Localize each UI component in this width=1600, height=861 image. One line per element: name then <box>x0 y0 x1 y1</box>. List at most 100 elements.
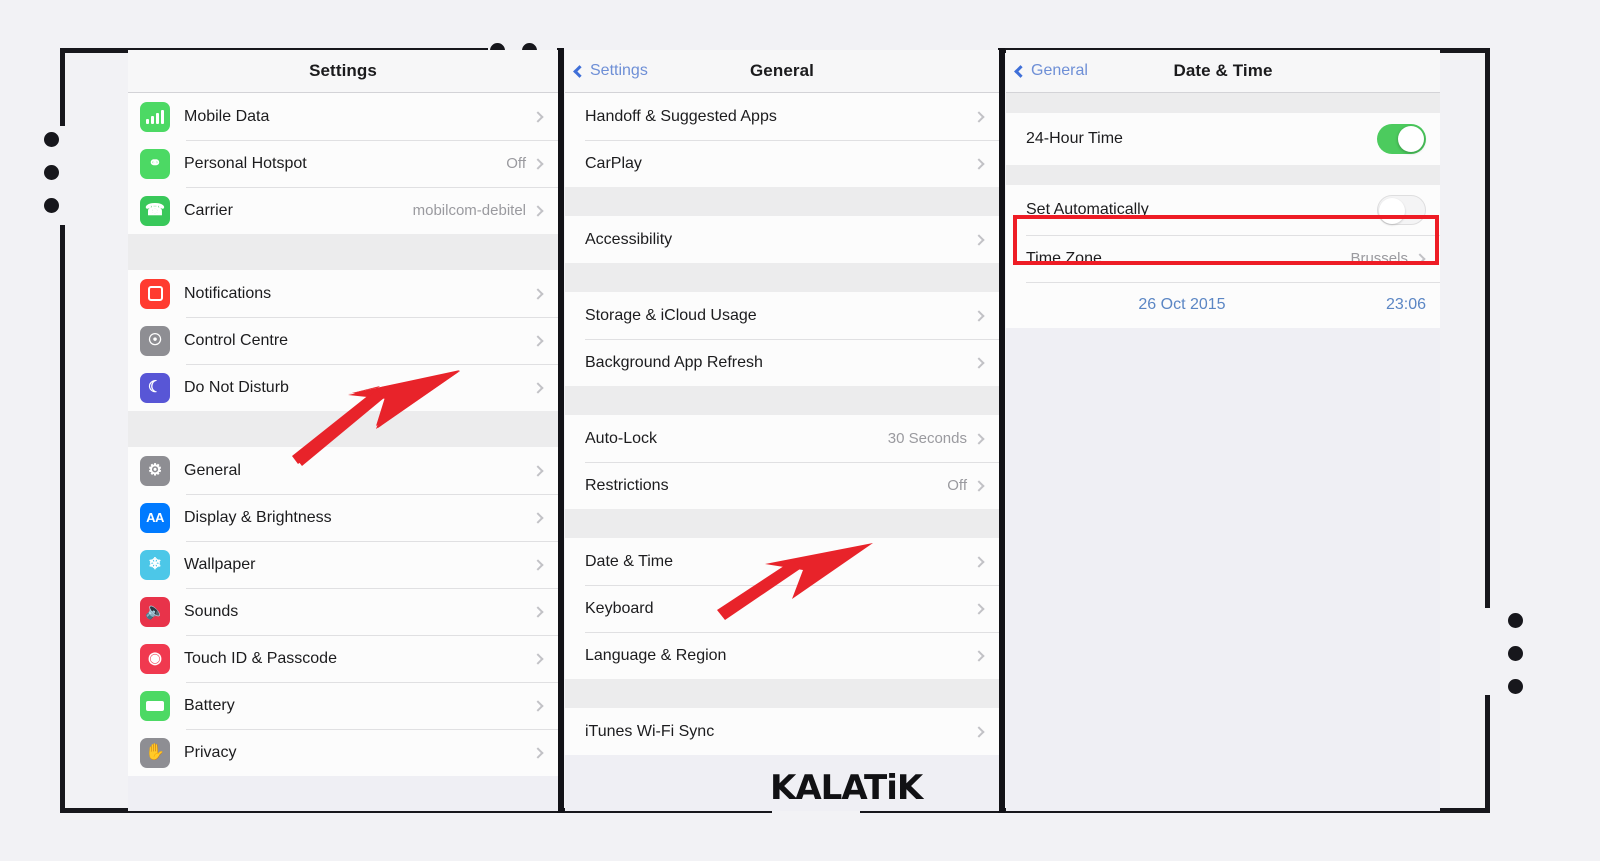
row-label: Set Automatically <box>1026 201 1149 218</box>
chevron-right-icon <box>532 699 544 712</box>
row-label: Sounds <box>184 602 239 620</box>
sidebar-item-personal-hotspot[interactable]: ⚭ Personal Hotspot Off <box>128 140 558 187</box>
row-value: Brussels <box>1350 250 1408 267</box>
notifications-icon <box>140 278 170 309</box>
sidebar-item-carrier[interactable]: ☎ Carrier mobilcom-debitel <box>128 187 558 234</box>
chevron-right-icon <box>532 381 544 394</box>
chevron-right-icon <box>973 157 985 170</box>
sidebar-item-privacy[interactable]: ✋ Privacy <box>128 729 558 776</box>
chevron-right-icon <box>973 725 985 738</box>
chevron-right-icon <box>532 287 544 300</box>
control-centre-icon: ☉ <box>140 325 170 356</box>
row-value: Off <box>506 155 526 172</box>
row-label: Personal Hotspot <box>184 154 307 172</box>
list-item-set-automatically[interactable]: Set Automatically <box>1006 185 1440 235</box>
back-button-label: General <box>1031 62 1088 79</box>
row-label: Background App Refresh <box>585 353 763 371</box>
chevron-right-icon <box>532 157 544 170</box>
sidebar-item-control-centre[interactable]: ☉ Control Centre <box>128 317 558 364</box>
list-item-handoff-suggested-apps[interactable]: Handoff & Suggested Apps <box>565 93 999 140</box>
general-group-2: Accessibility <box>565 216 999 263</box>
toggle-knob <box>1379 198 1405 224</box>
chevron-right-icon <box>973 555 985 568</box>
general-group-3: Storage & iCloud Usage Background App Re… <box>565 292 999 386</box>
list-item-restrictions[interactable]: Restrictions Off <box>565 462 999 509</box>
list-item-time-zone[interactable]: Time Zone Brussels <box>1006 235 1440 282</box>
panel-separator <box>557 48 564 813</box>
list-item-language-and-region[interactable]: Language & Region <box>565 632 999 679</box>
row-value: Off <box>947 477 967 494</box>
sidebar-item-notifications[interactable]: Notifications <box>128 270 558 317</box>
chevron-right-icon <box>532 204 544 217</box>
back-to-settings-button[interactable]: Settings <box>573 62 648 80</box>
sidebar-item-touch-id-passcode[interactable]: ◉ Touch ID & Passcode <box>128 635 558 682</box>
fingerprint-icon: ◉ <box>140 643 170 674</box>
decorative-dot-icon <box>1508 613 1523 628</box>
row-label: iTunes Wi-Fi Sync <box>585 722 715 740</box>
chevron-right-icon <box>973 356 985 369</box>
date-time-group-1: 24-Hour Time <box>1006 113 1440 165</box>
current-date-value: 26 Oct 2015 <box>1138 296 1226 313</box>
general-group-6: iTunes Wi-Fi Sync <box>565 708 999 755</box>
sidebar-item-battery[interactable]: Battery <box>128 682 558 729</box>
chevron-right-icon <box>532 558 544 571</box>
row-value: 30 Seconds <box>887 430 967 447</box>
list-item-auto-lock[interactable]: Auto-Lock 30 Seconds <box>565 415 999 462</box>
list-item-24-hour-time[interactable]: 24-Hour Time <box>1006 113 1440 165</box>
chevron-right-icon <box>532 605 544 618</box>
row-label: Display & Brightness <box>184 508 332 526</box>
gear-icon: ⚙ <box>140 455 170 486</box>
list-item-storage-icloud-usage[interactable]: Storage & iCloud Usage <box>565 292 999 339</box>
decorative-dot-icon <box>1508 679 1523 694</box>
row-label: Control Centre <box>184 331 289 349</box>
list-item-current-date-time[interactable]: 26 Oct 2015 23:06 <box>1006 282 1440 328</box>
general-panel: Settings General Handoff & Suggested App… <box>565 50 999 811</box>
phone-icon: ☎ <box>140 195 170 226</box>
list-section-gap <box>1006 165 1440 185</box>
chevron-right-icon <box>973 309 985 322</box>
panel-separator <box>998 48 1005 813</box>
chevron-right-icon <box>532 334 544 347</box>
watermark-text: KALATiK <box>770 768 923 808</box>
page-title: Settings <box>309 61 377 80</box>
frame-border-right-upper <box>1485 48 1490 608</box>
settings-nav-bar: Settings <box>128 50 558 93</box>
general-group-4: Auto-Lock 30 Seconds Restrictions Off <box>565 415 999 509</box>
row-label: Carrier <box>184 201 233 219</box>
sidebar-item-wallpaper[interactable]: ❄ Wallpaper <box>128 541 558 588</box>
set-automatically-toggle[interactable] <box>1377 195 1426 225</box>
list-section-gap <box>565 187 999 216</box>
row-label: Auto-Lock <box>585 429 658 447</box>
date-time-nav-bar: General Date & Time <box>1006 50 1440 93</box>
24-hour-time-toggle[interactable] <box>1377 124 1426 154</box>
chevron-right-icon <box>532 464 544 477</box>
hand-icon: ✋ <box>140 737 170 768</box>
sidebar-item-display-brightness[interactable]: AA Display & Brightness <box>128 494 558 541</box>
chevron-right-icon <box>1414 252 1426 265</box>
sidebar-item-mobile-data[interactable]: Mobile Data <box>128 93 558 140</box>
wallpaper-icon: ❄ <box>140 549 170 580</box>
list-item-itunes-wifi-sync[interactable]: iTunes Wi-Fi Sync <box>565 708 999 755</box>
row-value: mobilcom-debitel <box>412 202 526 219</box>
row-label: Accessibility <box>585 230 673 248</box>
frame-border-right-lower <box>1485 695 1490 813</box>
chevron-right-icon <box>973 479 985 492</box>
back-to-general-button[interactable]: General <box>1014 62 1088 80</box>
settings-group-connectivity: Mobile Data ⚭ Personal Hotspot Off ☎ Car… <box>128 93 558 234</box>
chevron-right-icon <box>973 110 985 123</box>
chevron-left-icon <box>1014 64 1027 78</box>
row-label: Battery <box>184 696 235 714</box>
date-time-group-2: Set Automatically Time Zone Brussels 26 … <box>1006 185 1440 328</box>
list-item-carplay[interactable]: CarPlay <box>565 140 999 187</box>
row-label: Handoff & Suggested Apps <box>585 107 777 125</box>
list-item-background-app-refresh[interactable]: Background App Refresh <box>565 339 999 386</box>
back-button-label: Settings <box>590 62 648 79</box>
sidebar-item-sounds[interactable]: 🔈 Sounds <box>128 588 558 635</box>
cellular-icon <box>140 101 170 132</box>
red-arrow-to-general <box>292 370 460 466</box>
chevron-right-icon <box>973 649 985 662</box>
current-time-value: 23:06 <box>1385 296 1426 313</box>
list-section-gap <box>128 234 558 270</box>
list-item-accessibility[interactable]: Accessibility <box>565 216 999 263</box>
decorative-dot-icon <box>44 198 59 213</box>
